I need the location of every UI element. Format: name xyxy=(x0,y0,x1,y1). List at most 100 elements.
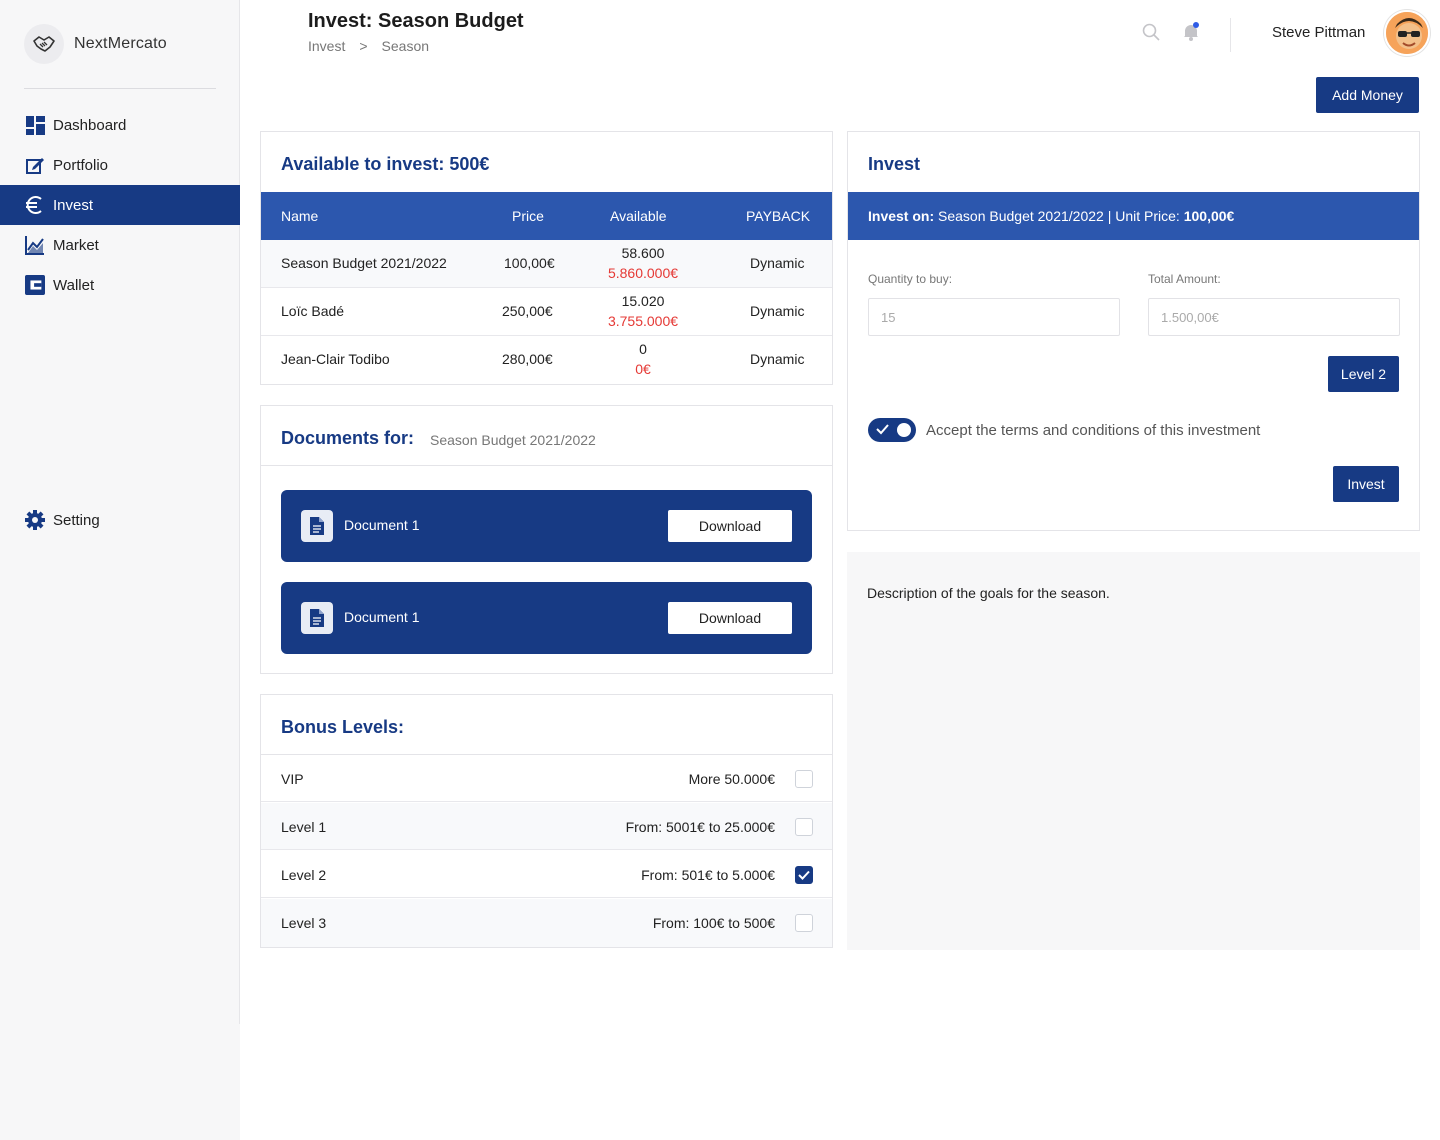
documents-header: Documents for: Season Budget 2021/2022 xyxy=(261,406,832,466)
sidebar-item-label: Dashboard xyxy=(53,116,127,134)
user-name[interactable]: Steve Pittman xyxy=(1272,24,1365,41)
bonus-level: Level 3 xyxy=(281,915,327,931)
available-amount: 5.860.000€ xyxy=(607,265,679,281)
app-root: NextMercato Dashboard Portfolio Invest M… xyxy=(0,0,1440,1140)
bonus-checkbox[interactable] xyxy=(795,818,813,836)
bonus-range: More 50.000€ xyxy=(688,771,775,787)
sidebar-item-label: Market xyxy=(53,236,99,254)
invest-on-text: Season Budget 2021/2022 | Unit Price: xyxy=(934,208,1184,224)
invest-title: Invest xyxy=(868,154,921,174)
invest-card: Invest Invest on: Season Budget 2021/202… xyxy=(847,131,1420,531)
brand[interactable]: NextMercato xyxy=(24,24,167,64)
sidebar-nav: Dashboard Portfolio Invest Market Wallet xyxy=(0,105,240,305)
sidebar-item-portfolio[interactable]: Portfolio xyxy=(0,145,240,185)
bonus-level: Level 1 xyxy=(281,819,327,835)
sidebar-item-dashboard[interactable]: Dashboard xyxy=(0,105,240,145)
euro-icon xyxy=(25,195,45,215)
document-icon xyxy=(301,602,333,634)
column-header-name[interactable]: Name xyxy=(281,208,318,224)
bonus-checkbox[interactable] xyxy=(795,770,813,788)
sidebar-item-invest[interactable]: Invest xyxy=(0,185,240,225)
bonus-checkbox[interactable] xyxy=(795,866,813,884)
cell-price: 280,00€ xyxy=(502,351,553,367)
gear-icon xyxy=(25,510,45,530)
document-name: Document 1 xyxy=(344,609,420,625)
sidebar-item-label: Wallet xyxy=(53,276,95,294)
bell-icon[interactable] xyxy=(1181,22,1201,42)
cell-price: 100,00€ xyxy=(504,255,555,271)
sidebar-item-setting[interactable]: Setting xyxy=(0,500,240,540)
available-title: Available to invest: 500€ xyxy=(281,154,490,174)
documents-title: Documents for: xyxy=(281,428,415,448)
brand-name: NextMercato xyxy=(74,35,167,52)
bonus-checkbox[interactable] xyxy=(795,914,813,932)
sidebar-item-label: Portfolio xyxy=(53,156,109,174)
header-divider xyxy=(1230,18,1231,52)
available-units: 58.600 xyxy=(621,245,665,261)
available-amount: 3.755.000€ xyxy=(607,313,679,329)
edit-icon xyxy=(25,155,45,175)
chart-icon xyxy=(25,235,45,255)
column-header-payback[interactable]: PAYBACK xyxy=(746,208,810,224)
documents-subtitle: Season Budget 2021/2022 xyxy=(430,432,596,448)
cell-name: Jean-Clair Todibo xyxy=(281,351,390,367)
documents-card: Documents for: Season Budget 2021/2022 D… xyxy=(260,405,833,674)
breadcrumb-item-invest[interactable]: Invest xyxy=(308,38,345,54)
bonus-row: VIP More 50.000€ xyxy=(261,755,832,802)
check-icon xyxy=(876,424,889,435)
bonus-title: Bonus Levels: xyxy=(281,717,405,737)
quantity-label: Quantity to buy: xyxy=(868,272,953,286)
unit-price: 100,00€ xyxy=(1183,208,1235,224)
download-button[interactable]: Download xyxy=(668,602,792,634)
sidebar-setting: Setting xyxy=(0,500,240,540)
invest-button[interactable]: Invest xyxy=(1333,466,1399,502)
available-units: 0 xyxy=(639,341,647,357)
search-icon[interactable] xyxy=(1141,22,1161,42)
avatar[interactable] xyxy=(1384,10,1430,56)
download-button[interactable]: Download xyxy=(668,510,792,542)
add-money-button[interactable]: Add Money xyxy=(1316,77,1419,113)
bonus-row: Level 3 From: 100€ to 500€ xyxy=(261,899,832,947)
cell-available: 15.020 3.755.000€ xyxy=(583,291,703,331)
bonus-levels-card: Bonus Levels: VIP More 50.000€ Level 1 F… xyxy=(260,694,833,948)
terms-label[interactable]: Accept the terms and conditions of this … xyxy=(926,422,1260,439)
total-amount-label: Total Amount: xyxy=(1148,272,1221,286)
breadcrumb-item-season[interactable]: Season xyxy=(382,38,429,54)
table-header: Name Price Available PAYBACK xyxy=(261,192,832,240)
cell-name: Loïc Badé xyxy=(281,303,345,319)
sidebar-item-wallet[interactable]: Wallet xyxy=(0,265,240,305)
table-row[interactable]: Jean-Clair Todibo 280,00€ 0 0€ Dynamic xyxy=(261,336,832,384)
level-button[interactable]: Level 2 xyxy=(1328,356,1399,392)
description-text: Description of the goals for the season. xyxy=(867,585,1110,601)
total-amount-field[interactable] xyxy=(1148,298,1400,336)
column-header-available[interactable]: Available xyxy=(610,208,667,224)
cell-name: Season Budget 2021/2022 xyxy=(281,255,447,271)
invest-on-label: Invest on: xyxy=(868,208,935,224)
sidebar-item-market[interactable]: Market xyxy=(0,225,240,265)
cell-available: 0 0€ xyxy=(583,339,703,379)
sidebar-item-label: Invest xyxy=(53,196,94,214)
bonus-level: VIP xyxy=(281,771,304,787)
cell-price: 250,00€ xyxy=(502,303,553,319)
table-row[interactable]: Season Budget 2021/2022 100,00€ 58.600 5… xyxy=(261,240,832,288)
sidebar: NextMercato Dashboard Portfolio Invest M… xyxy=(0,0,240,1140)
column-header-price[interactable]: Price xyxy=(512,208,544,224)
quantity-input[interactable] xyxy=(868,298,1120,336)
available-units: 15.020 xyxy=(621,293,665,309)
table-row[interactable]: Loïc Badé 250,00€ 15.020 3.755.000€ Dyna… xyxy=(261,288,832,336)
handshake-icon xyxy=(24,24,64,64)
terms-toggle[interactable] xyxy=(868,418,916,442)
wallet-icon xyxy=(25,275,45,295)
bonus-range: From: 5001€ to 25.000€ xyxy=(625,819,775,835)
available-amount: 0€ xyxy=(635,361,651,377)
breadcrumb-separator: > xyxy=(359,38,368,54)
cell-payback: Dynamic xyxy=(750,255,805,271)
bonus-row: Level 1 From: 5001€ to 25.000€ xyxy=(261,803,832,850)
document-item: Document 1 Download xyxy=(281,490,812,562)
season-description: Description of the goals for the season. xyxy=(847,552,1420,950)
invest-summary-bar: Invest on: Season Budget 2021/2022 | Uni… xyxy=(848,192,1419,240)
breadcrumb: Invest > Season xyxy=(308,38,429,54)
sidebar-item-label: Setting xyxy=(53,511,100,529)
toggle-knob xyxy=(897,423,911,437)
cell-available: 58.600 5.860.000€ xyxy=(583,243,703,283)
